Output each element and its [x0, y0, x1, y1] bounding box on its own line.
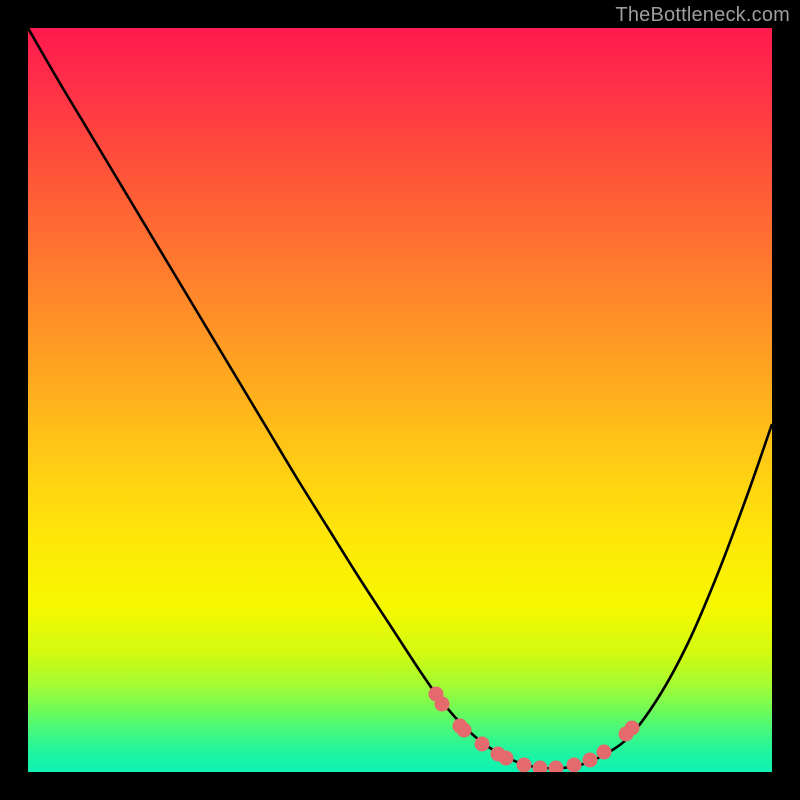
data-marker — [499, 751, 514, 766]
bottleneck-curve — [28, 28, 772, 768]
data-marker — [435, 697, 450, 712]
data-marker — [583, 753, 598, 768]
marker-group — [429, 687, 640, 773]
data-marker — [533, 761, 548, 773]
data-marker — [475, 737, 490, 752]
data-marker — [457, 723, 472, 738]
data-marker — [597, 745, 612, 760]
data-marker — [549, 761, 564, 773]
data-marker — [517, 758, 532, 773]
chart-svg — [28, 28, 772, 772]
watermark-text: TheBottleneck.com — [615, 4, 790, 27]
chart-frame — [28, 28, 772, 772]
data-marker — [567, 758, 582, 773]
data-marker — [625, 721, 640, 736]
